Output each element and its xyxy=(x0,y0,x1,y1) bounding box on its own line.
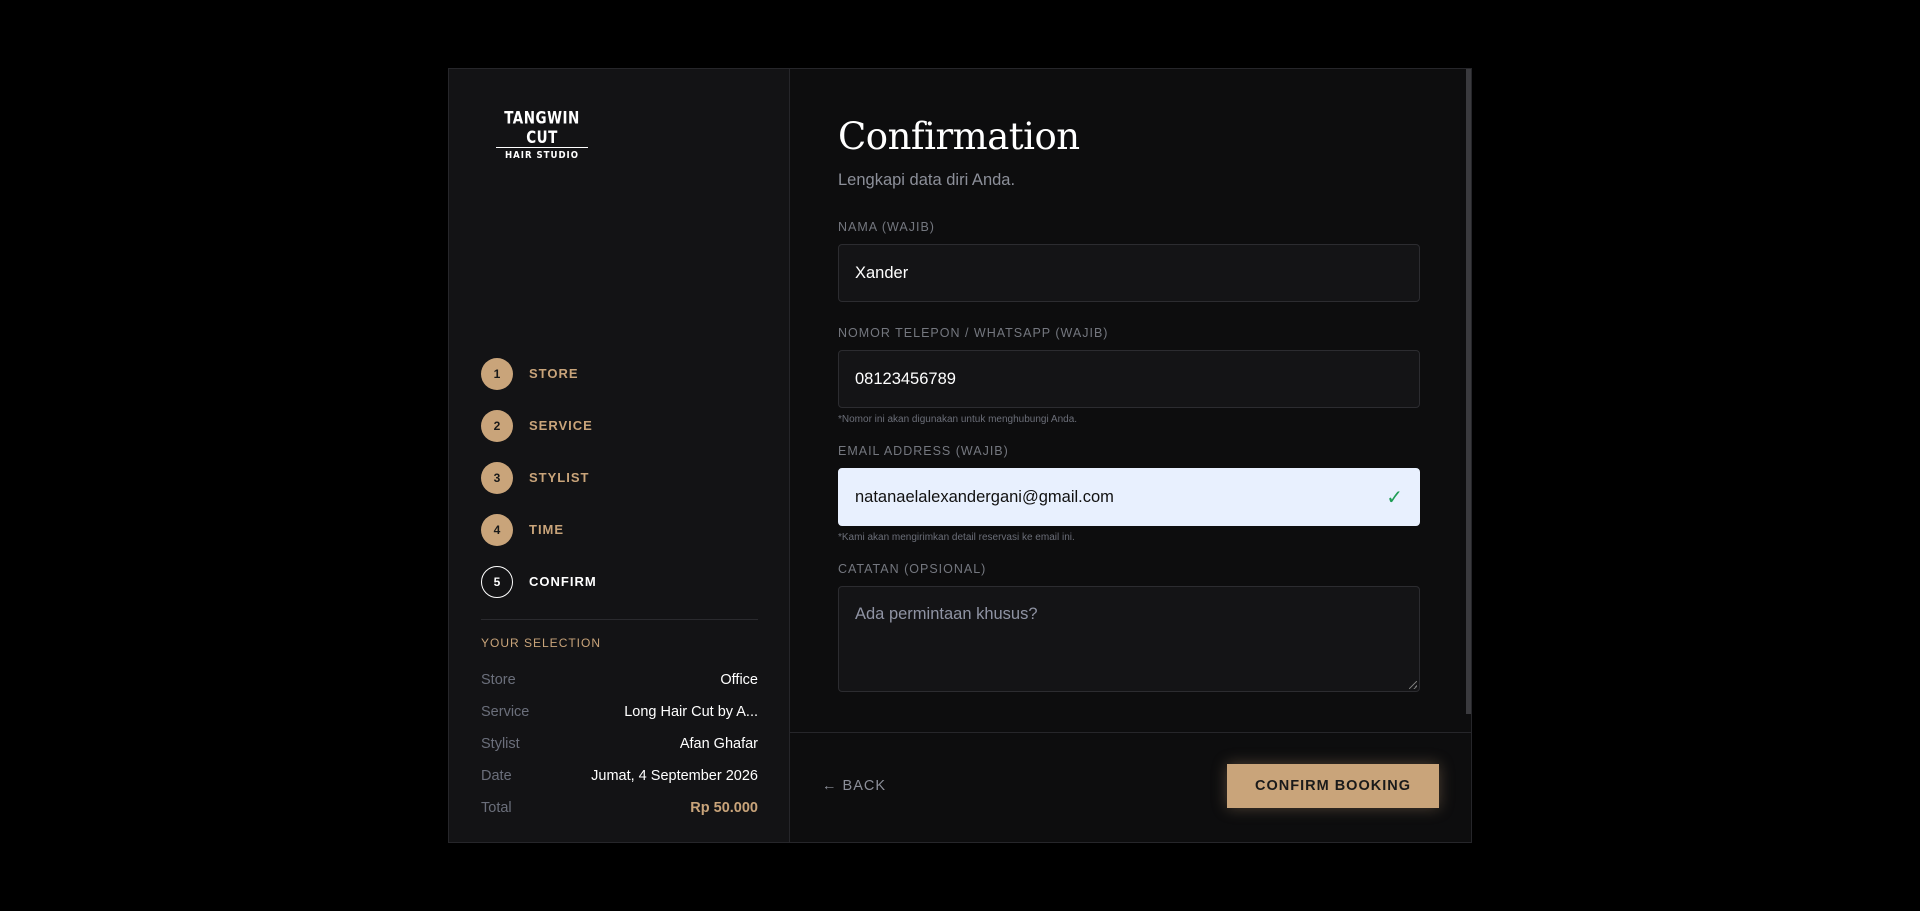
email-group: EMAIL ADDRESS (WAJIB) natanaelalexanderg… xyxy=(838,444,1420,543)
phone-input[interactable]: 08123456789 xyxy=(838,350,1420,408)
phone-hint: *Nomor ini akan digunakan untuk menghubu… xyxy=(838,414,1078,425)
summary-value: Afan Ghafar xyxy=(679,736,758,752)
summary-value: Jumat, 4 September 2026 xyxy=(591,768,758,784)
summary-key: Stylist xyxy=(481,736,520,752)
notes-textarea[interactable]: Ada permintaan khusus? xyxy=(838,586,1420,692)
name-group: NAMA (WAJIB) Xander xyxy=(838,220,1420,302)
step-label: STORE xyxy=(529,366,579,381)
step-number: 5 xyxy=(481,565,513,598)
summary-key: Date xyxy=(481,768,512,784)
sidebar: TANGWIN CUT HAIR STUDIO 1 STORE 2 SERVIC… xyxy=(449,69,790,842)
logo-title: TANGWIN CUT xyxy=(504,107,580,148)
step-stylist[interactable]: 3 STYLIST xyxy=(481,461,597,494)
step-number: 2 xyxy=(481,409,513,442)
email-hint: *Kami akan mengirimkan detail reservasi … xyxy=(838,532,1075,543)
summary-row-total: Total Rp 50.000 xyxy=(481,792,758,824)
step-number: 3 xyxy=(481,461,513,494)
selection-title: YOUR SELECTION xyxy=(481,636,602,650)
step-service[interactable]: 2 SERVICE xyxy=(481,409,597,442)
summary-row-store: Store Office xyxy=(481,664,758,696)
email-label: EMAIL ADDRESS (WAJIB) xyxy=(838,444,1009,458)
main-panel: Confirmation Lengkapi data diri Anda. NA… xyxy=(790,69,1471,842)
step-label: STYLIST xyxy=(529,470,590,485)
step-number: 1 xyxy=(481,357,513,390)
step-confirm: 5 CONFIRM xyxy=(481,565,597,598)
phone-label: NOMOR TELEPON / WHATSAPP (WAJIB) xyxy=(838,326,1109,340)
summary-key: Total xyxy=(481,800,512,816)
total-price: Rp 50.000 xyxy=(690,800,758,816)
step-store[interactable]: 1 STORE xyxy=(481,357,597,390)
back-button[interactable]: ← BACK xyxy=(822,778,886,794)
summary-key: Service xyxy=(481,704,530,720)
resize-handle-icon[interactable] xyxy=(1409,681,1417,689)
notes-placeholder: Ada permintaan khusus? xyxy=(855,605,1038,623)
selection-summary: YOUR SELECTION Store Office Service Long… xyxy=(481,619,758,824)
name-label: NAMA (WAJIB) xyxy=(838,220,935,234)
check-icon: ✓ xyxy=(1386,486,1403,509)
notes-group: CATATAN (OPSIONAL) Ada permintaan khusus… xyxy=(838,562,1420,692)
scrollbar[interactable] xyxy=(1466,69,1471,714)
page-subtitle: Lengkapi data diri Anda. xyxy=(838,171,1016,189)
summary-row-date: Date Jumat, 4 September 2026 xyxy=(481,760,758,792)
step-label: CONFIRM xyxy=(529,574,597,589)
summary-key: Store xyxy=(481,672,516,688)
summary-value: Office xyxy=(720,672,758,688)
email-input[interactable]: natanaelalexandergani@gmail.com ✓ xyxy=(838,468,1420,526)
summary-row-stylist: Stylist Afan Ghafar xyxy=(481,728,758,760)
phone-group: NOMOR TELEPON / WHATSAPP (WAJIB) 0812345… xyxy=(838,326,1420,425)
booking-dialog: TANGWIN CUT HAIR STUDIO 1 STORE 2 SERVIC… xyxy=(448,68,1472,843)
logo-subtitle: HAIR STUDIO xyxy=(505,150,579,161)
page-title: Confirmation xyxy=(838,115,1080,158)
confirmation-form: Confirmation Lengkapi data diri Anda. NA… xyxy=(838,113,1420,692)
step-label: SERVICE xyxy=(529,418,593,433)
summary-value: Long Hair Cut by A... xyxy=(624,704,758,720)
summary-row-service: Service Long Hair Cut by A... xyxy=(481,696,758,728)
step-number: 4 xyxy=(481,513,513,546)
name-input[interactable]: Xander xyxy=(838,244,1420,302)
form-footer: ← BACK CONFIRM BOOKING xyxy=(790,732,1471,842)
step-label: TIME xyxy=(529,522,565,537)
logo: TANGWIN CUT HAIR STUDIO xyxy=(496,107,588,161)
email-value: natanaelalexandergani@gmail.com xyxy=(855,487,1114,506)
step-time[interactable]: 4 TIME xyxy=(481,513,597,546)
notes-label: CATATAN (OPSIONAL) xyxy=(838,562,987,576)
step-list: 1 STORE 2 SERVICE 3 STYLIST 4 TIME 5 CON… xyxy=(481,357,597,617)
confirm-booking-button[interactable]: CONFIRM BOOKING xyxy=(1227,764,1439,808)
